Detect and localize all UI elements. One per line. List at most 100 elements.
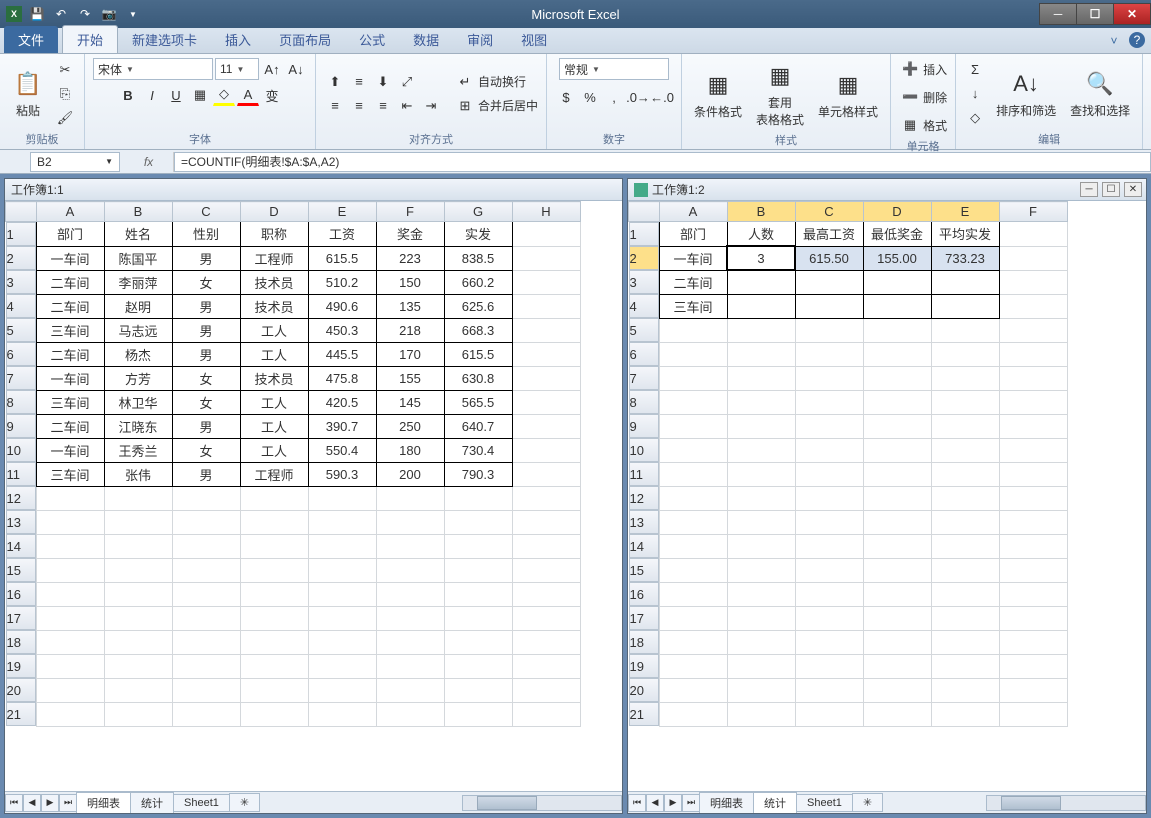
tab-new[interactable]: 新建选项卡 <box>118 26 211 53</box>
cell[interactable] <box>727 630 795 654</box>
cell[interactable] <box>36 510 104 534</box>
cell[interactable] <box>863 390 931 414</box>
cell[interactable]: 工人 <box>240 342 308 366</box>
row-19[interactable]: 19 <box>6 654 36 678</box>
cell[interactable] <box>240 702 308 726</box>
align-left-icon[interactable]: ≡ <box>324 95 346 117</box>
cell[interactable] <box>931 462 999 486</box>
cell[interactable]: 733.23 <box>931 246 999 270</box>
cell[interactable] <box>444 582 512 606</box>
tab-nav-first-icon[interactable]: ⏮ <box>5 794 23 812</box>
cell[interactable] <box>727 270 795 294</box>
cell[interactable] <box>376 702 444 726</box>
cell[interactable]: 475.8 <box>308 366 376 390</box>
cell[interactable] <box>172 630 240 654</box>
cell[interactable] <box>727 438 795 462</box>
minimize-ribbon-icon[interactable]: ˅ <box>1105 32 1123 50</box>
tab-nav-prev-icon[interactable]: ◀ <box>646 794 664 812</box>
col-C[interactable]: C <box>172 202 240 222</box>
row-11[interactable]: 11 <box>6 462 36 486</box>
cell[interactable] <box>795 294 863 318</box>
cell[interactable] <box>376 630 444 654</box>
cell[interactable] <box>863 510 931 534</box>
cell[interactable]: 男 <box>172 294 240 318</box>
cell[interactable] <box>36 630 104 654</box>
cell[interactable] <box>863 366 931 390</box>
col-B[interactable]: B <box>104 202 172 222</box>
cell[interactable]: 一车间 <box>36 438 104 462</box>
phonetic-icon[interactable]: 变 <box>261 84 283 106</box>
cell[interactable] <box>931 318 999 342</box>
sheet-tab-detail[interactable]: 明细表 <box>699 792 754 814</box>
row-7[interactable]: 7 <box>6 366 36 390</box>
format-painter-icon[interactable]: 🖌 <box>54 107 76 129</box>
cell[interactable]: 三车间 <box>659 294 727 318</box>
cell[interactable]: 420.5 <box>308 390 376 414</box>
cell[interactable]: 部门 <box>36 222 104 247</box>
cell[interactable] <box>512 654 580 678</box>
row-2[interactable]: 2 <box>6 246 36 270</box>
cell[interactable] <box>376 510 444 534</box>
cell[interactable] <box>512 678 580 702</box>
cell[interactable]: 男 <box>172 342 240 366</box>
cell[interactable] <box>36 654 104 678</box>
cell[interactable] <box>931 486 999 510</box>
cell[interactable]: 一车间 <box>659 246 727 270</box>
cell[interactable] <box>999 702 1067 726</box>
row-12[interactable]: 12 <box>629 486 659 510</box>
cut-icon[interactable]: ✂ <box>54 59 76 81</box>
row-13[interactable]: 13 <box>629 510 659 534</box>
cell[interactable]: 490.6 <box>308 294 376 318</box>
cell[interactable] <box>512 702 580 726</box>
cell[interactable] <box>863 678 931 702</box>
cell[interactable] <box>727 558 795 582</box>
cell[interactable] <box>659 654 727 678</box>
cell[interactable] <box>308 702 376 726</box>
cell[interactable] <box>172 678 240 702</box>
cell[interactable] <box>444 702 512 726</box>
fill-icon[interactable]: ↓ <box>964 83 986 105</box>
cell[interactable]: 女 <box>172 438 240 462</box>
row-12[interactable]: 12 <box>6 486 36 510</box>
select-all-corner[interactable] <box>6 202 37 222</box>
col-D[interactable]: D <box>863 202 931 222</box>
row-13[interactable]: 13 <box>6 510 36 534</box>
cell[interactable] <box>795 654 863 678</box>
cell[interactable] <box>512 582 580 606</box>
cell[interactable]: 135 <box>376 294 444 318</box>
wb2-min-button[interactable]: ─ <box>1080 182 1098 197</box>
row-4[interactable]: 4 <box>6 294 36 318</box>
cell[interactable] <box>104 606 172 630</box>
cell[interactable]: 838.5 <box>444 246 512 270</box>
cell[interactable] <box>512 318 580 342</box>
hscroll-thumb[interactable] <box>477 796 537 810</box>
cell[interactable] <box>659 486 727 510</box>
cell[interactable] <box>36 702 104 726</box>
cell[interactable] <box>999 654 1067 678</box>
cell[interactable]: 二车间 <box>36 270 104 294</box>
fx-icon[interactable]: fx <box>124 152 174 172</box>
cell[interactable] <box>795 366 863 390</box>
close-button[interactable]: ✕ <box>1113 3 1151 25</box>
tab-layout[interactable]: 页面布局 <box>265 26 345 53</box>
cell[interactable] <box>308 630 376 654</box>
cell[interactable] <box>863 558 931 582</box>
cell[interactable]: 145 <box>376 390 444 414</box>
cell[interactable]: 180 <box>376 438 444 462</box>
indent-inc-icon[interactable]: ⇥ <box>420 95 442 117</box>
cell[interactable] <box>999 366 1067 390</box>
cell[interactable] <box>727 318 795 342</box>
col-G[interactable]: G <box>444 202 512 222</box>
cell[interactable] <box>863 630 931 654</box>
cell[interactable] <box>308 486 376 510</box>
cell[interactable] <box>931 270 999 294</box>
cell[interactable]: 男 <box>172 246 240 270</box>
tab-insert[interactable]: 插入 <box>211 26 265 53</box>
row-17[interactable]: 17 <box>629 606 659 630</box>
delete-button[interactable]: ➖删除 <box>899 86 947 108</box>
col-F[interactable]: F <box>376 202 444 222</box>
row-14[interactable]: 14 <box>629 534 659 558</box>
cell[interactable] <box>931 390 999 414</box>
fill-color-icon[interactable]: ◇ <box>213 84 235 106</box>
cell[interactable] <box>104 534 172 558</box>
